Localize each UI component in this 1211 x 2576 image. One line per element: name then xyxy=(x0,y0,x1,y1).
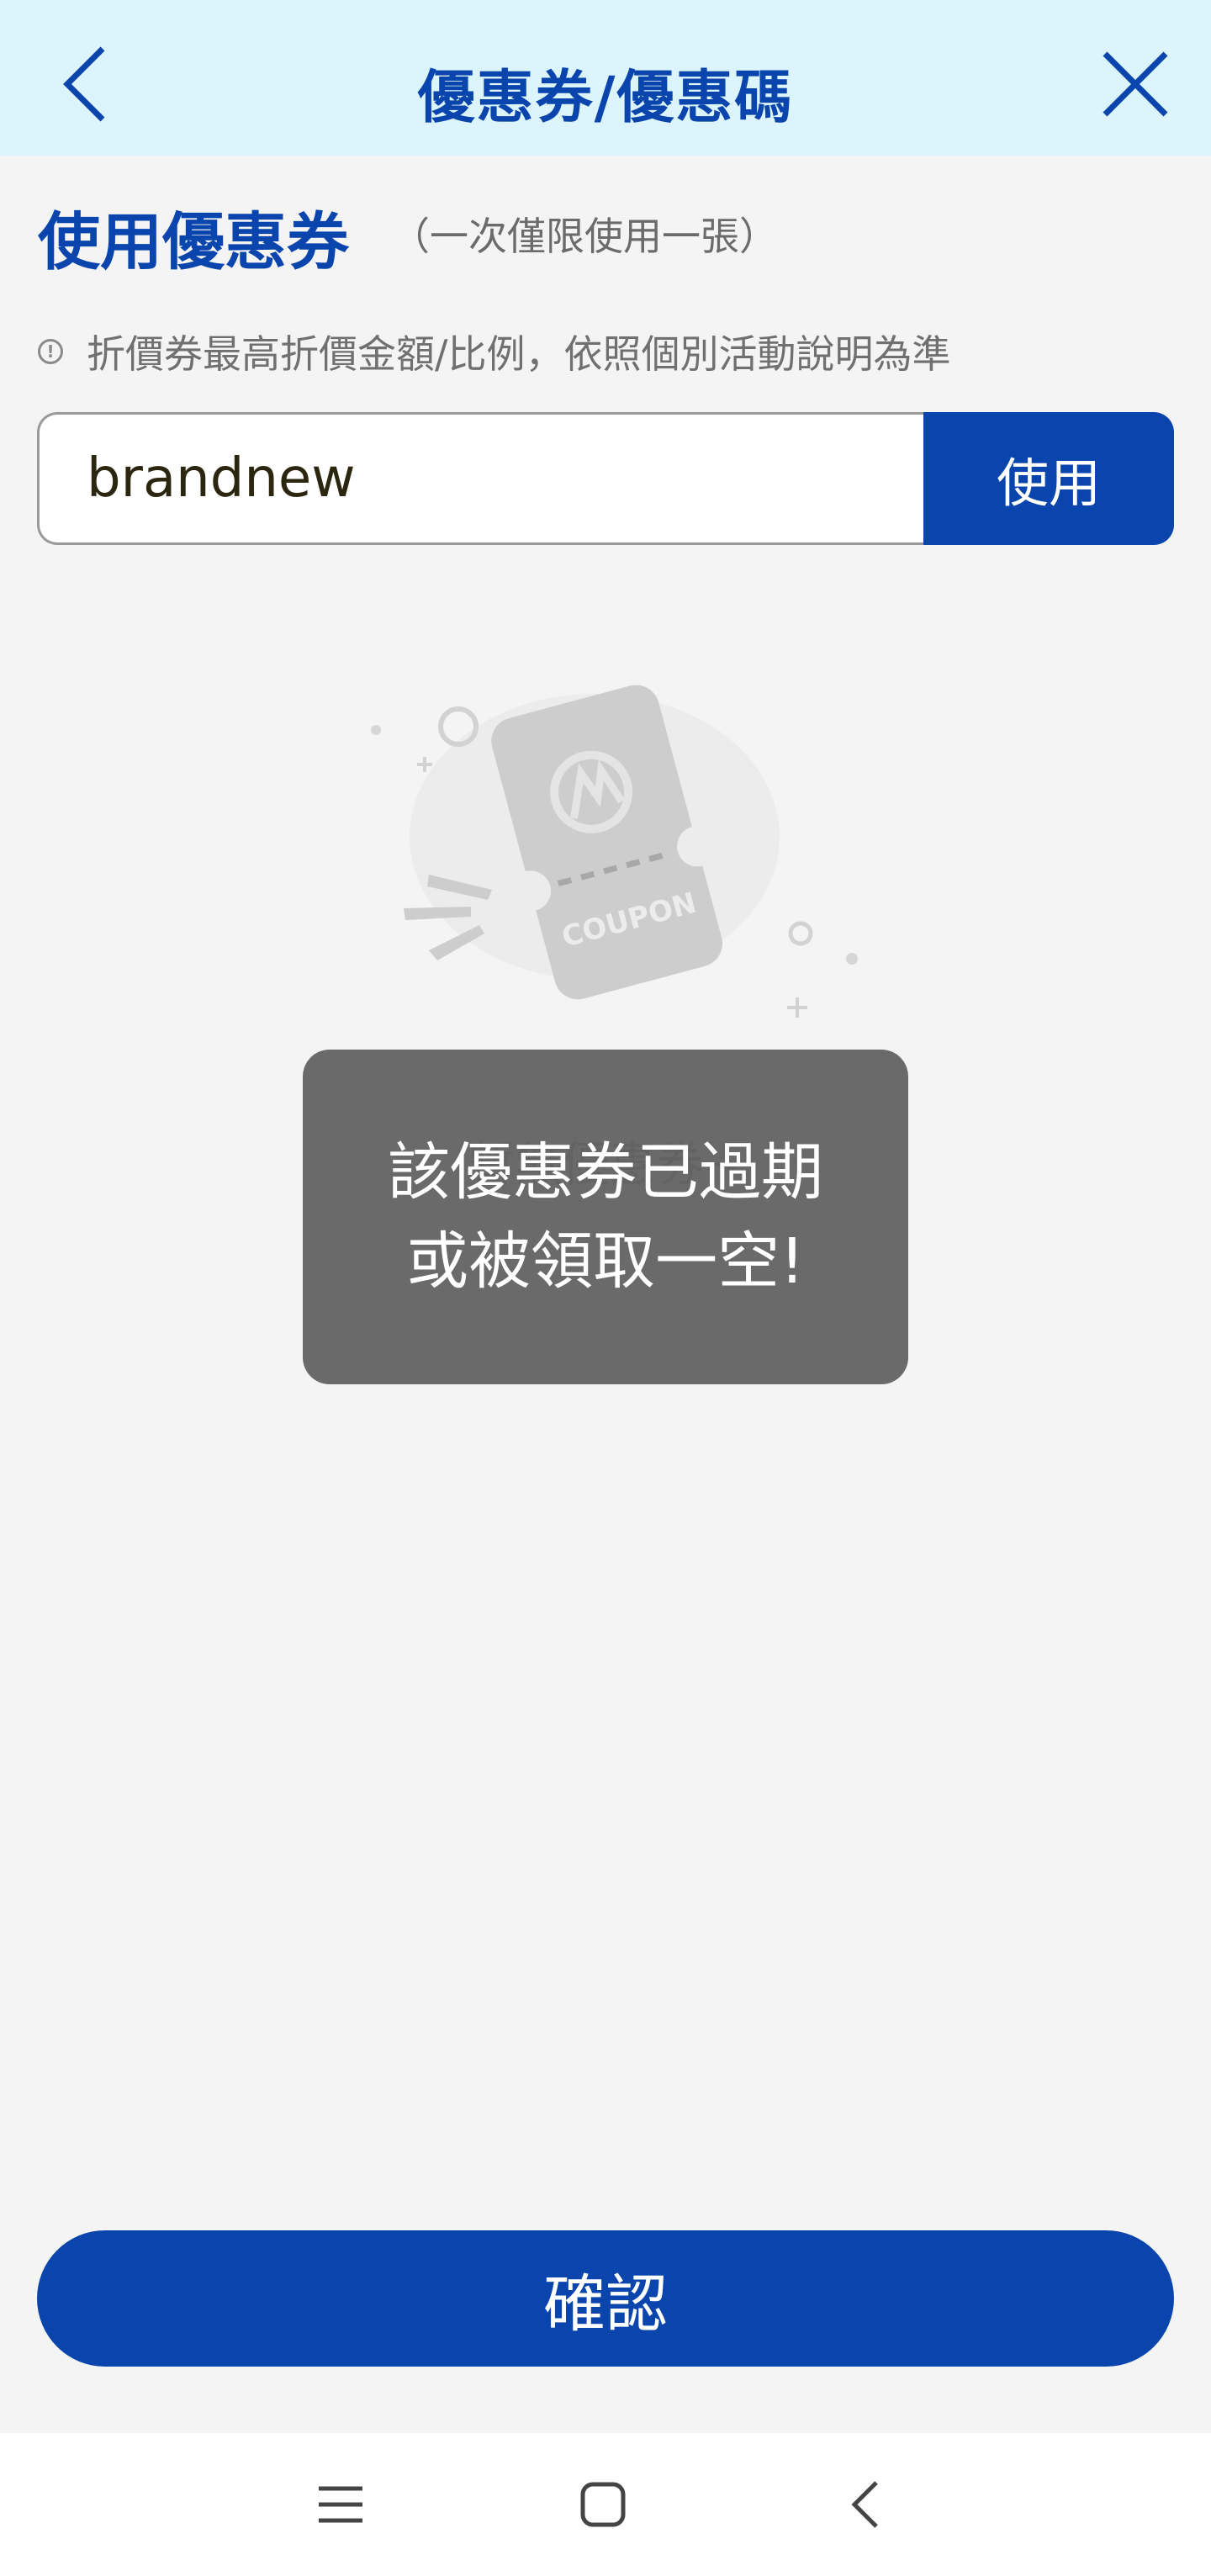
close-icon xyxy=(1103,51,1168,117)
home-button[interactable] xyxy=(553,2467,653,2542)
app-header: 優惠券/優惠碼 xyxy=(0,0,1211,156)
coupon-code-input[interactable] xyxy=(37,412,923,545)
recents-button[interactable] xyxy=(290,2467,391,2542)
toast-text: 該優惠券已過期或被領取一空! xyxy=(388,1136,823,1298)
section-note: （一次僅限使用一張） xyxy=(391,214,778,259)
toast-message: 該優惠券已過期或被領取一空! xyxy=(303,1050,908,1384)
coupon-form: 使用 xyxy=(37,412,1174,545)
info-icon: ! xyxy=(38,339,63,364)
home-icon xyxy=(580,2482,626,2527)
section-title: 使用優惠券 xyxy=(38,206,349,278)
confirm-button[interactable]: 確認 xyxy=(37,2230,1174,2367)
coupon-ticket-illustration: COUPON xyxy=(371,685,858,1018)
page-title: 優惠券/優惠碼 xyxy=(417,65,794,131)
back-icon xyxy=(851,2481,878,2528)
info-row: ! 折價券最高折價金額/比例，依照個別活動說明為準 xyxy=(38,324,951,379)
system-nav-bar xyxy=(0,2433,1211,2576)
info-text: 折價券最高折價金額/比例，依照個別活動說明為準 xyxy=(87,331,951,377)
system-back-button[interactable] xyxy=(814,2467,915,2542)
close-button[interactable] xyxy=(1093,42,1177,126)
use-coupon-button[interactable]: 使用 xyxy=(923,412,1174,545)
recents-icon xyxy=(319,2486,362,2523)
